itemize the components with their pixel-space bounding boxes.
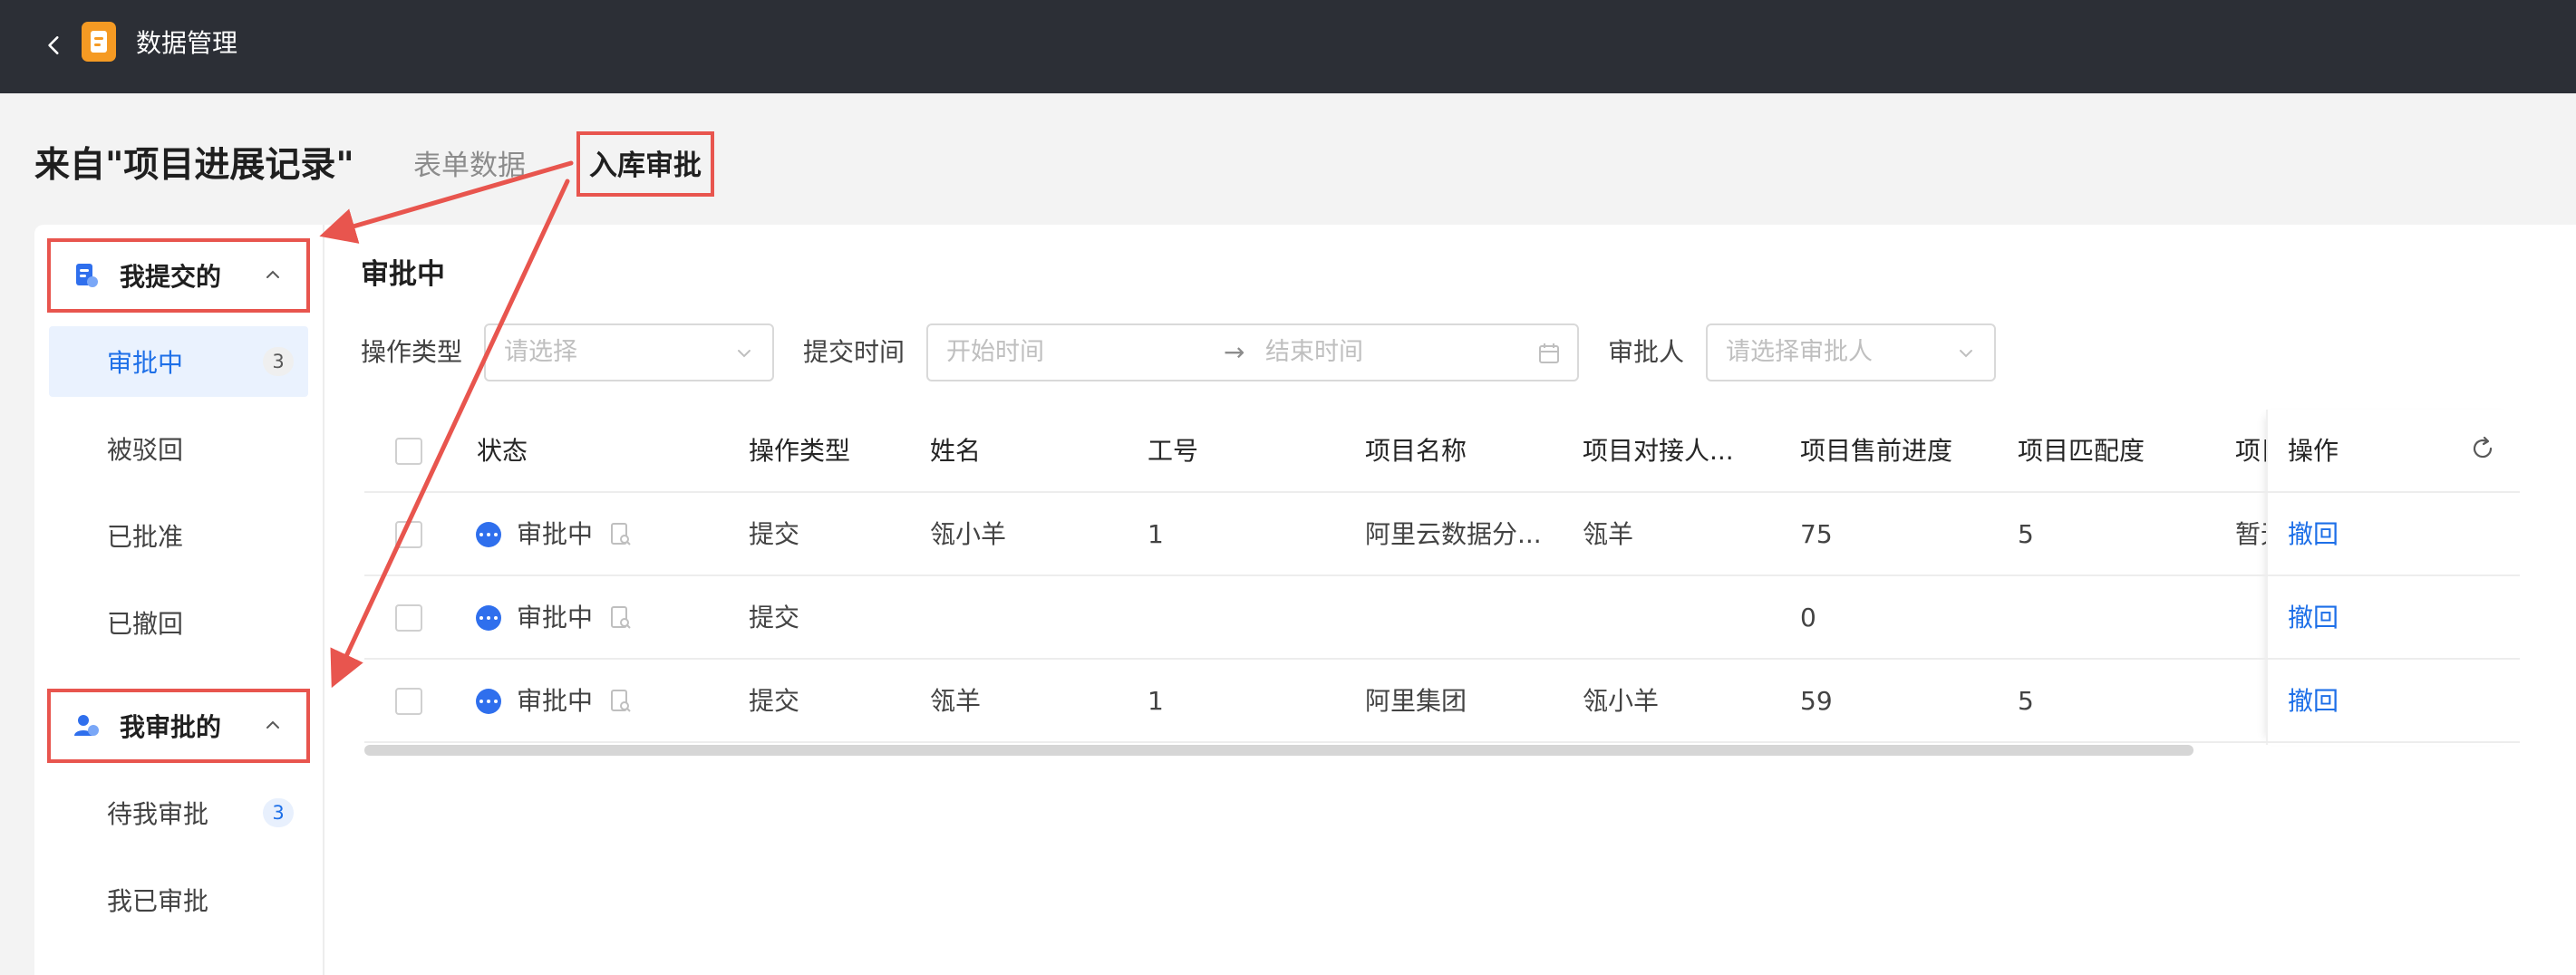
cell-emp-no: 1	[1148, 686, 1164, 716]
cell-presale-progress: 59	[1800, 686, 1833, 716]
row-divider	[364, 574, 2520, 576]
start-time-input[interactable]: 开始时间	[946, 335, 1044, 370]
cell-contact: 瓴小羊	[1583, 686, 1660, 716]
count-badge: 3	[263, 347, 294, 376]
document-preview-icon[interactable]	[609, 522, 633, 547]
cell-contact: 瓴羊	[1583, 519, 1634, 549]
cell-name: 瓴小羊	[930, 519, 1007, 549]
approver-select[interactable]: 请选择审批人	[1706, 323, 1996, 381]
filter-submit-time-label: 提交时间	[803, 337, 905, 367]
row-checkbox[interactable]	[395, 688, 422, 715]
cell-op-type: 提交	[749, 686, 800, 716]
sidebar-item-pending-my-approval[interactable]: 待我审批 3	[49, 777, 308, 848]
cell-emp-no: 1	[1148, 519, 1164, 549]
filter-op-type-label: 操作类型	[361, 337, 463, 367]
cell-project-name: 阿里云数据分...	[1365, 519, 1542, 549]
column-header-op-type[interactable]: 操作类型	[749, 433, 850, 469]
horizontal-scrollbar[interactable]	[364, 745, 2193, 756]
column-header-presale-progress[interactable]: 项目售前进度	[1800, 433, 1952, 469]
row-checkbox[interactable]	[395, 521, 422, 548]
op-type-select[interactable]: 请选择	[484, 323, 774, 381]
sidebar-item-label: 我已审批	[107, 886, 209, 916]
in-progress-icon	[476, 605, 501, 631]
column-header-contact[interactable]: 项目对接人...	[1583, 433, 1734, 469]
filter-approver-label: 审批人	[1608, 337, 1685, 367]
sidebar-item-in-approval[interactable]: 审批中 3	[49, 326, 308, 397]
sidebar-item-label: 审批中	[107, 348, 184, 378]
cell-name: 瓴羊	[930, 686, 982, 716]
sidebar-item-label: 已撤回	[107, 609, 184, 639]
back-button[interactable]	[36, 27, 73, 63]
withdraw-link[interactable]: 撤回	[2288, 683, 2339, 719]
refresh-icon[interactable]	[2469, 435, 2496, 462]
cell-match: 5	[2018, 686, 2034, 716]
withdraw-link[interactable]: 撤回	[2288, 600, 2339, 636]
top-bar: 数据管理	[0, 0, 2576, 93]
row-divider	[364, 741, 2520, 743]
cell-match: 5	[2018, 519, 2034, 549]
select-placeholder: 请选择	[504, 338, 577, 366]
chevron-left-icon	[48, 36, 59, 54]
range-separator-arrow: →	[1224, 337, 1245, 367]
status-text: 审批中	[517, 519, 594, 549]
chevron-down-icon	[1960, 350, 1972, 358]
column-header-emp-no[interactable]: 工号	[1148, 433, 1198, 469]
column-header-match[interactable]: 项目匹配度	[2018, 433, 2145, 469]
row-divider	[364, 658, 2520, 660]
column-header-status[interactable]: 状态	[477, 433, 528, 469]
sidebar-item-withdrawn[interactable]: 已撤回	[49, 587, 308, 658]
sidebar-item-rejected[interactable]: 被驳回	[49, 413, 308, 484]
app-title: 数据管理	[136, 28, 238, 58]
row-divider	[364, 491, 2520, 493]
annotation-highlight-approvals	[47, 689, 310, 763]
in-progress-icon	[476, 689, 501, 714]
column-header-project-name[interactable]: 项目名称	[1365, 433, 1467, 469]
chevron-down-icon	[738, 350, 751, 358]
cell-truncated: 暂无	[2235, 519, 2266, 549]
sidebar-item-i-approved[interactable]: 我已审批	[49, 864, 308, 935]
cell-presale-progress: 0	[1800, 603, 1816, 632]
end-time-input[interactable]: 结束时间	[1265, 335, 1363, 370]
document-preview-icon[interactable]	[609, 689, 633, 714]
column-header-truncated[interactable]: 项目	[2235, 433, 2266, 469]
row-checkbox[interactable]	[395, 604, 422, 632]
sidebar-item-label: 被驳回	[107, 435, 184, 465]
select-placeholder: 请选择审批人	[1726, 338, 1873, 366]
date-range-picker[interactable]: 开始时间 结束时间	[926, 323, 1579, 381]
select-all-checkbox[interactable]	[395, 438, 422, 465]
status-text: 审批中	[517, 603, 594, 632]
section-title: 审批中	[361, 258, 445, 291]
count-badge: 3	[263, 798, 294, 827]
cell-project-name: 阿里集团	[1365, 686, 1467, 716]
column-header-name[interactable]: 姓名	[930, 433, 981, 469]
cell-op-type: 提交	[749, 519, 800, 549]
annotation-highlight-submitted	[47, 238, 310, 313]
document-preview-icon[interactable]	[609, 605, 633, 631]
sidebar-item-label: 待我审批	[107, 799, 209, 829]
document-app-icon	[82, 22, 116, 62]
annotation-highlight-tab	[576, 131, 714, 197]
withdraw-link[interactable]: 撤回	[2288, 516, 2339, 553]
page-title: 来自"项目进展记录"	[34, 145, 354, 186]
status-text: 审批中	[517, 686, 594, 716]
tab-form-data[interactable]: 表单数据	[413, 145, 526, 187]
in-progress-icon	[476, 522, 501, 547]
calendar-icon	[1539, 343, 1559, 363]
cell-op-type: 提交	[749, 603, 800, 632]
column-header-action: 操作	[2288, 436, 2339, 466]
cell-presale-progress: 75	[1800, 519, 1833, 549]
sidebar-item-label: 已批准	[107, 522, 184, 552]
sidebar-item-approved[interactable]: 已批准	[49, 500, 308, 571]
